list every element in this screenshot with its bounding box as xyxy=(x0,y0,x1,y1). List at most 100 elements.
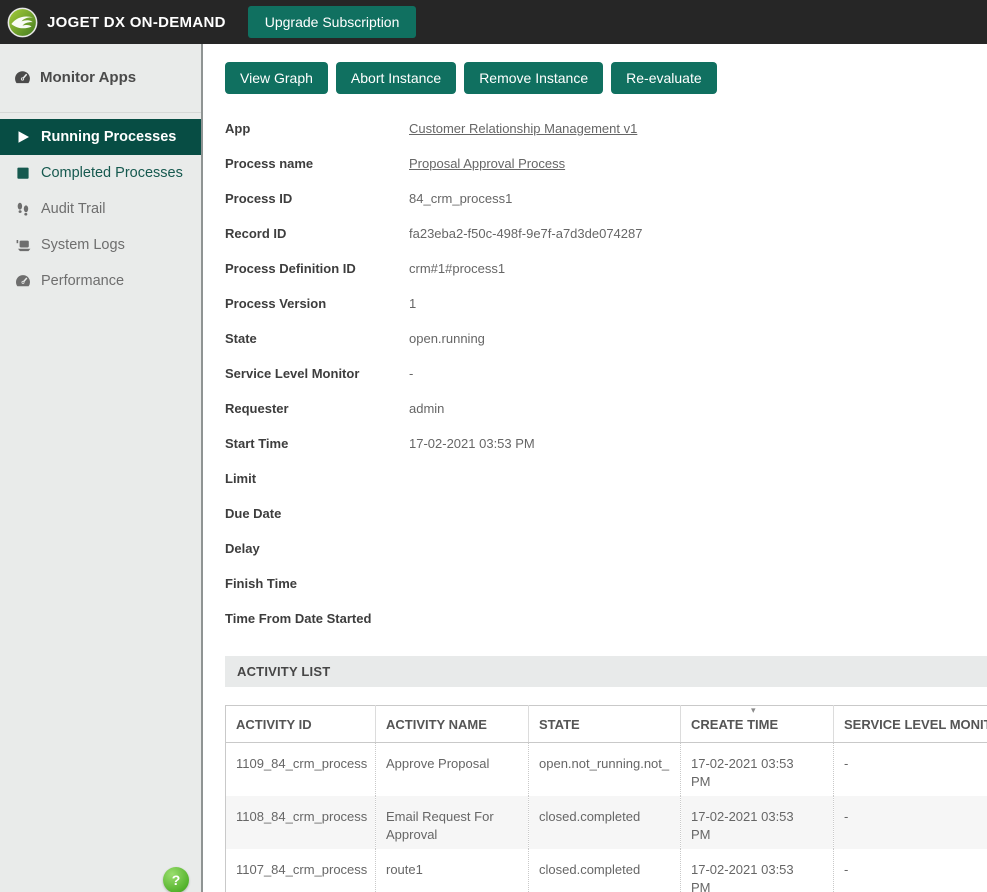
field-label: Process Version xyxy=(225,296,409,311)
field-row-due-date: Due Date xyxy=(225,496,987,531)
field-row-process-id: Process ID84_crm_process1 xyxy=(225,181,987,216)
field-label: Limit xyxy=(225,471,409,486)
field-value: fa23eba2-f50c-498f-9e7f-a7d3de074287 xyxy=(409,226,642,241)
activity-table-header-row: ACTIVITY ID ACTIVITY NAME STATE ▾CREATE TIM… xyxy=(226,706,987,743)
logs-icon xyxy=(15,237,31,253)
field-row-app: AppCustomer Relationship Management v1 xyxy=(225,111,987,146)
column-header-label: STATE xyxy=(539,717,580,732)
field-row-time-from-date-started: Time From Date Started xyxy=(225,601,987,636)
field-value-link[interactable]: Customer Relationship Management v1 xyxy=(409,121,637,136)
sidebar-item-running-processes[interactable]: Running Processes xyxy=(0,119,201,155)
field-value: - xyxy=(409,366,413,381)
sidebar-item-system-logs[interactable]: System Logs xyxy=(0,227,201,263)
upgrade-subscription-button[interactable]: Upgrade Subscription xyxy=(248,6,417,38)
column-header-service-level-monitor[interactable]: SERVICE LEVEL MONITOR xyxy=(834,706,987,743)
activity-cell-id[interactable]: 1107_84_crm_process xyxy=(226,849,376,892)
process-details: AppCustomer Relationship Management v1Pr… xyxy=(225,111,987,636)
activity-cell-name[interactable]: Email Request For Approval xyxy=(376,796,529,849)
field-label: Requester xyxy=(225,401,409,416)
activity-cell-state[interactable]: open.not_running.not_ xyxy=(529,743,681,797)
gauge-icon xyxy=(15,273,31,289)
field-label: State xyxy=(225,331,409,346)
activity-row[interactable]: 1107_84_crm_processroute1closed.complete… xyxy=(226,849,987,892)
activity-cell-service-level[interactable]: - xyxy=(834,849,987,892)
column-header-label: ACTIVITY ID xyxy=(236,717,312,732)
activity-cell-service-level[interactable]: - xyxy=(834,796,987,849)
column-header-create-time[interactable]: ▾CREATE TIME xyxy=(681,706,834,743)
sidebar-item-label: Running Processes xyxy=(41,129,176,145)
activity-row[interactable]: 1108_84_crm_processEmail Request For App… xyxy=(226,796,987,849)
field-row-finish-time: Finish Time xyxy=(225,566,987,601)
square-icon xyxy=(15,165,31,181)
field-label: Time From Date Started xyxy=(225,611,409,626)
field-row-state: Stateopen.running xyxy=(225,321,987,356)
activity-cell-create-time[interactable]: 17-02-2021 03:53 PM xyxy=(681,743,834,797)
field-row-service-level-monitor: Service Level Monitor- xyxy=(225,356,987,391)
activity-cell-state[interactable]: closed.completed xyxy=(529,849,681,892)
activity-row[interactable]: 1109_84_crm_processApprove Proposalopen.… xyxy=(226,743,987,797)
sidebar-item-label: Completed Processes xyxy=(41,165,183,181)
field-value: admin xyxy=(409,401,444,416)
column-header-state[interactable]: STATE xyxy=(529,706,681,743)
help-button[interactable]: ? xyxy=(163,867,189,892)
activity-table: ACTIVITY ID ACTIVITY NAME STATE ▾CREATE TIM… xyxy=(225,705,987,892)
abort-instance-button[interactable]: Abort Instance xyxy=(336,62,456,94)
field-value-link[interactable]: Proposal Approval Process xyxy=(409,156,565,171)
activity-cell-name[interactable]: Approve Proposal xyxy=(376,743,529,797)
field-label: Process ID xyxy=(225,191,409,206)
column-header-activity-name[interactable]: ACTIVITY NAME xyxy=(376,706,529,743)
main-content: View GraphAbort InstanceRemove InstanceR… xyxy=(203,44,987,892)
activity-list-header-bar: ACTIVITY LIST xyxy=(225,656,987,687)
field-label: Start Time xyxy=(225,436,409,451)
field-value: 1 xyxy=(409,296,416,311)
column-header-activity-id[interactable]: ACTIVITY ID xyxy=(226,706,376,743)
sidebar-item-audit-trail[interactable]: Audit Trail xyxy=(0,191,201,227)
column-header-label: ACTIVITY NAME xyxy=(386,717,487,732)
activity-cell-service-level[interactable]: - xyxy=(834,743,987,797)
activity-cell-id[interactable]: 1109_84_crm_process xyxy=(226,743,376,797)
activity-cell-create-time[interactable]: 17-02-2021 03:53 PM xyxy=(681,849,834,892)
remove-instance-button[interactable]: Remove Instance xyxy=(464,62,603,94)
field-value: 84_crm_process1 xyxy=(409,191,512,206)
field-row-delay: Delay xyxy=(225,531,987,566)
sidebar-header-monitor-apps: Monitor Apps xyxy=(0,44,201,113)
field-label: Due Date xyxy=(225,506,409,521)
process-toolbar: View GraphAbort InstanceRemove InstanceR… xyxy=(225,62,987,94)
field-label: Delay xyxy=(225,541,409,556)
brand-home-link[interactable]: JOGET DX ON-DEMAND xyxy=(6,7,226,38)
sidebar-item-label: Performance xyxy=(41,273,124,289)
sidebar-header-label: Monitor Apps xyxy=(40,69,136,86)
play-icon xyxy=(15,129,31,145)
field-value: 17-02-2021 03:53 PM xyxy=(409,436,535,451)
field-row-start-time: Start Time17-02-2021 03:53 PM xyxy=(225,426,987,461)
field-label: Process name xyxy=(225,156,409,171)
field-label: Record ID xyxy=(225,226,409,241)
sidebar: Monitor Apps Running Processes Completed … xyxy=(0,44,203,892)
top-bar: JOGET DX ON-DEMAND Upgrade Subscription xyxy=(0,0,987,44)
activity-cell-state[interactable]: closed.completed xyxy=(529,796,681,849)
view-graph-button[interactable]: View Graph xyxy=(225,62,328,94)
re-evaluate-button[interactable]: Re-evaluate xyxy=(611,62,717,94)
activity-cell-id[interactable]: 1108_84_crm_process xyxy=(226,796,376,849)
sidebar-item-label: Audit Trail xyxy=(41,201,105,217)
field-row-process-version: Process Version1 xyxy=(225,286,987,321)
field-row-process-definition-id: Process Definition IDcrm#1#process1 xyxy=(225,251,987,286)
field-value: crm#1#process1 xyxy=(409,261,505,276)
column-header-label: CREATE TIME xyxy=(691,717,778,732)
sidebar-menu: Running Processes Completed Processes Audi… xyxy=(0,119,201,299)
activity-table-wrap: ACTIVITY ID ACTIVITY NAME STATE ▾CREATE TIM… xyxy=(225,705,987,892)
field-row-process-name: Process nameProposal Approval Process xyxy=(225,146,987,181)
activity-table-body: 1109_84_crm_processApprove Proposalopen.… xyxy=(226,743,987,892)
sidebar-item-completed-processes[interactable]: Completed Processes xyxy=(0,155,201,191)
joget-logo-icon xyxy=(7,7,38,38)
footprints-icon xyxy=(15,201,31,217)
sidebar-item-label: System Logs xyxy=(41,237,125,253)
field-value: open.running xyxy=(409,331,485,346)
sort-icon: ▾ xyxy=(751,706,756,717)
field-row-limit: Limit xyxy=(225,461,987,496)
field-label: Finish Time xyxy=(225,576,409,591)
sidebar-item-performance[interactable]: Performance xyxy=(0,263,201,299)
activity-cell-name[interactable]: route1 xyxy=(376,849,529,892)
activity-cell-create-time[interactable]: 17-02-2021 03:53 PM xyxy=(681,796,834,849)
activity-list-title: ACTIVITY LIST xyxy=(237,664,330,679)
